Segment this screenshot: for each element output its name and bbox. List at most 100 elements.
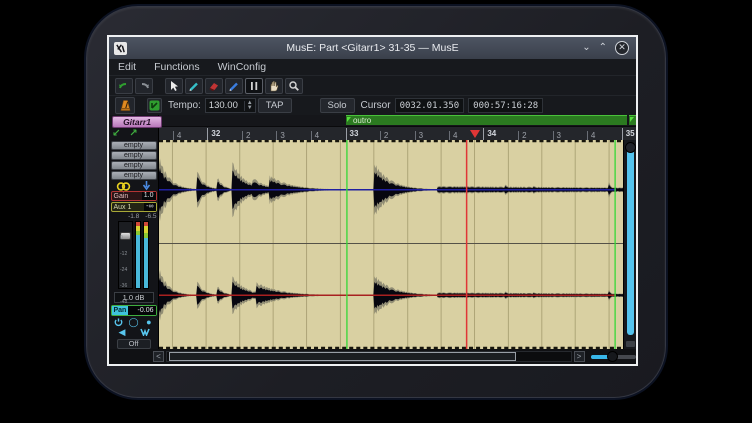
menu-edit[interactable]: Edit [118, 61, 136, 73]
tools-toolbar [109, 75, 636, 95]
pan-hand-icon [268, 80, 280, 92]
tap-button[interactable]: TAP [258, 98, 292, 113]
rack-slot-2[interactable]: empty [111, 151, 157, 160]
cursor-time-display: 000:57:16:28 [468, 98, 543, 113]
muse-wave-editor-window: MusE: Part <Gitarr1> 31-35 — MusE ⌄ ⌃ ✕ … [107, 35, 638, 366]
record-dot-icon[interactable]: ● [142, 317, 155, 327]
tempo-value[interactable]: 130.00 [206, 100, 244, 111]
playhead-marker[interactable] [470, 130, 480, 138]
vscroll-bar[interactable] [627, 149, 634, 335]
solo-button[interactable]: Solo [320, 98, 355, 113]
hscroll-thumb[interactable] [169, 352, 516, 361]
eraser-tool-icon [208, 80, 220, 92]
peak-right-value: -6.5 [145, 213, 156, 220]
rack-slot-4[interactable]: empty [111, 171, 157, 180]
part-selector-badge[interactable]: Gitarr1 [112, 116, 162, 128]
marker-label: outro [353, 116, 371, 125]
menu-winconfig[interactable]: WinConfig [218, 61, 266, 73]
power-icon[interactable] [112, 317, 125, 327]
scroll-left-button[interactable]: < [153, 351, 164, 362]
marker-lane[interactable]: outro mo [159, 115, 636, 126]
peak-left-value: -1.8 [128, 213, 139, 220]
cutter-tool-button[interactable] [225, 78, 243, 94]
undo-icon [118, 80, 130, 92]
monitor-speaker-icon[interactable]: ◀ [116, 327, 129, 337]
marker-mo[interactable]: mo [629, 115, 636, 125]
tempo-spinbox[interactable]: 130.00 ▲▼ [205, 98, 256, 113]
marker-flag-icon [347, 117, 351, 122]
rack-slot-3[interactable]: empty [111, 161, 157, 170]
next-part-arrow-icon[interactable]: ↗ [129, 129, 137, 139]
prev-part-arrow-icon[interactable]: ↙ [112, 129, 120, 139]
aux-value: -∞ [144, 203, 155, 211]
ruler-bar-label: 32 [207, 128, 220, 140]
ruler-beat-label: 2 [380, 131, 388, 140]
cutter-tool-icon [228, 80, 240, 92]
gain-value: 1.0 [142, 192, 156, 200]
pan-control[interactable]: Pan -0.06 [111, 305, 157, 316]
fader-area: 0-12-24-36-48 [118, 221, 149, 289]
gain-control[interactable]: Gain 1.0 [111, 191, 157, 201]
title-bar[interactable]: MusE: Part <Gitarr1> 31-35 — MusE ⌄ ⌃ ✕ [109, 37, 636, 59]
ruler-beat-label: 2 [518, 131, 526, 140]
scroll-right-button[interactable]: > [574, 351, 585, 362]
level-meter-left [135, 221, 141, 289]
menu-functions[interactable]: Functions [154, 61, 200, 73]
tempo-toggle-button[interactable] [147, 98, 162, 113]
stereo-link-icon[interactable] [116, 182, 131, 191]
undo-button[interactable] [115, 78, 133, 94]
gain-label: Gain [112, 193, 142, 200]
vertical-zoom-scrollbar[interactable] [623, 140, 636, 349]
aux-label: Aux 1 [112, 204, 145, 211]
waveform-canvas[interactable] [159, 140, 623, 349]
pointer-tool-icon [168, 80, 180, 92]
bottom-scroll-row: < > [109, 349, 636, 364]
aux-send-control[interactable]: Aux 1 -∞ [111, 202, 157, 212]
volume-fader[interactable]: 0-12-24-36-48 [118, 221, 133, 289]
record-arm-ring-icon[interactable]: ◯ [127, 317, 140, 327]
pan-label: Pan [112, 306, 129, 315]
track-control-strip: emptyemptyemptyempty Gain 1.0 Aux 1 -∞ -… [109, 140, 159, 349]
zoom-tool-button[interactable] [285, 78, 303, 94]
metronome-icon [119, 99, 132, 112]
cursor-label: Cursor [361, 100, 391, 111]
window-title: MusE: Part <Gitarr1> 31-35 — MusE [109, 42, 636, 54]
redo-button[interactable] [135, 78, 153, 94]
input-route-icon[interactable] [142, 181, 151, 191]
track-buttons: ◯ ● ◀ [111, 317, 157, 337]
pan-tool-button[interactable] [265, 78, 283, 94]
effects-rack: emptyemptyemptyempty [111, 141, 157, 181]
stereo-mode-icon[interactable] [139, 327, 152, 337]
ruler-beat-label: 4 [173, 131, 181, 140]
hzoom-knob[interactable] [607, 351, 618, 362]
eraser-tool-button[interactable] [205, 78, 223, 94]
marker-flag-icon [630, 117, 634, 122]
ruler-beat-label: 4 [311, 131, 319, 140]
menu-bar: Edit Functions WinConfig [109, 59, 636, 75]
ruler-beat-label: 3 [415, 131, 423, 140]
metronome-button[interactable] [115, 97, 135, 114]
automation-off-button[interactable]: Off [117, 339, 151, 349]
minimize-button[interactable]: ⌄ [582, 43, 590, 53]
fader-scale-label: -12 [120, 252, 127, 257]
ruler-bar-label: 35 [622, 128, 635, 140]
tempo-label: Tempo: [168, 100, 201, 111]
timeline-ruler[interactable]: 432234332343423435 [159, 126, 636, 140]
ruler-beat-label: 3 [553, 131, 561, 140]
maximize-button[interactable]: ⌃ [599, 43, 607, 53]
fader-scale-label: -48 [120, 300, 127, 305]
device-bezel: MusE: Part <Gitarr1> 31-35 — MusE ⌄ ⌃ ✕ … [86, 6, 666, 398]
ruler-beat-label: 4 [449, 131, 457, 140]
pointer-tool-button[interactable] [165, 78, 183, 94]
horizontal-scrollbar[interactable] [166, 351, 572, 362]
vscroll-nub[interactable] [626, 341, 635, 347]
tempo-spinner-arrows[interactable]: ▲▼ [244, 101, 255, 111]
rack-slot-1[interactable]: empty [111, 141, 157, 150]
close-button[interactable]: ✕ [615, 41, 629, 55]
vscroll-knob[interactable] [625, 142, 636, 153]
marker-outro[interactable]: outro [346, 115, 627, 125]
ruler-beat-label: 2 [242, 131, 250, 140]
range-tool-button[interactable] [245, 78, 263, 94]
pencil-tool-button[interactable] [185, 78, 203, 94]
hzoom-slider[interactable] [591, 351, 637, 362]
